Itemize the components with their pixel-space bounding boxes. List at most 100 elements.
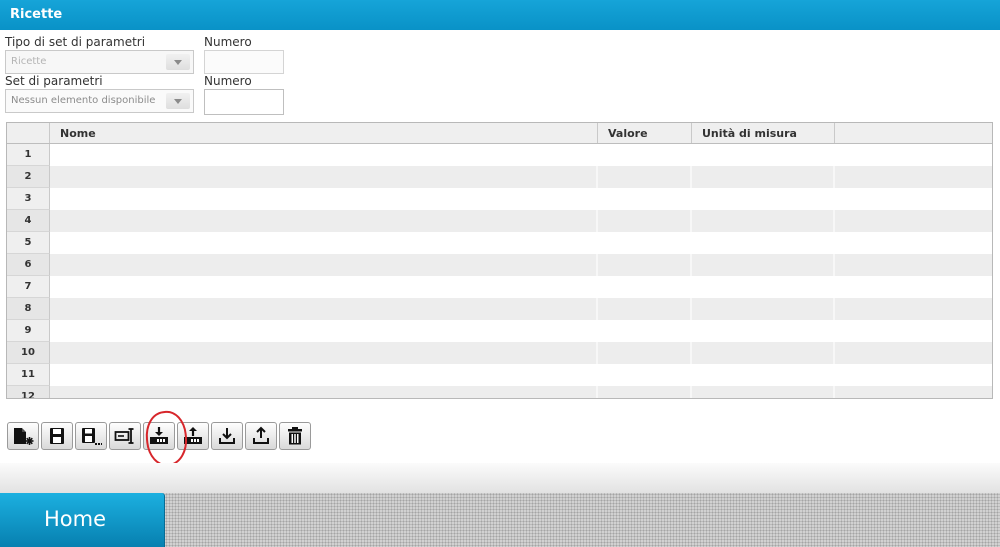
name-cell[interactable] — [49, 276, 599, 298]
extra-cell — [835, 210, 992, 232]
table-row[interactable]: 12 — [7, 386, 992, 398]
chevron-down-icon — [166, 93, 190, 109]
row-number: 12 — [7, 386, 50, 398]
row-number: 3 — [7, 188, 50, 210]
name-cell[interactable] — [49, 144, 599, 166]
unit-cell[interactable] — [692, 276, 836, 298]
unit-cell[interactable] — [692, 188, 836, 210]
name-cell[interactable] — [49, 188, 599, 210]
name-cell[interactable] — [49, 232, 599, 254]
table-row[interactable]: 7 — [7, 276, 992, 298]
column-header-value[interactable]: Valore — [598, 123, 692, 143]
table-row[interactable]: 4 — [7, 210, 992, 232]
extra-cell — [835, 144, 992, 166]
write-to-plc-button[interactable] — [143, 422, 175, 450]
chevron-down-icon — [166, 54, 190, 70]
name-cell[interactable] — [49, 364, 599, 386]
value-cell[interactable] — [598, 254, 693, 276]
recipe-toolbar — [7, 422, 311, 450]
row-number: 4 — [7, 210, 50, 232]
extra-cell — [835, 320, 992, 342]
import-button[interactable] — [211, 422, 243, 450]
table-row[interactable]: 6 — [7, 254, 992, 276]
value-cell[interactable] — [598, 386, 693, 398]
value-cell[interactable] — [598, 166, 693, 188]
table-row[interactable]: 2 — [7, 166, 992, 188]
import-icon — [219, 428, 235, 444]
value-cell[interactable] — [598, 320, 693, 342]
value-cell[interactable] — [598, 144, 693, 166]
value-cell[interactable] — [598, 342, 693, 364]
unit-cell[interactable] — [692, 386, 836, 398]
parameter-set-dropdown[interactable]: Nessun elemento disponibile — [5, 89, 194, 113]
write-to-plc-icon — [150, 427, 168, 444]
extra-cell — [835, 254, 992, 276]
name-cell[interactable] — [49, 320, 599, 342]
unit-cell[interactable] — [692, 232, 836, 254]
name-cell[interactable] — [49, 342, 599, 364]
unit-cell[interactable] — [692, 364, 836, 386]
unit-cell[interactable] — [692, 144, 836, 166]
parameter-set-label: Set di parametri — [5, 74, 103, 88]
delete-icon — [288, 427, 302, 445]
value-cell[interactable] — [598, 276, 693, 298]
column-header-unit[interactable]: Unità di misura — [692, 123, 835, 143]
unit-cell[interactable] — [692, 298, 836, 320]
parameter-set-type-label: Tipo di set di parametri — [5, 35, 146, 49]
row-number: 2 — [7, 166, 50, 188]
separator-strip — [0, 463, 1000, 493]
parameter-set-type-dropdown[interactable]: Ricette — [5, 50, 194, 74]
save-button[interactable] — [41, 422, 73, 450]
rownum-header — [7, 123, 50, 143]
value-cell[interactable] — [598, 188, 693, 210]
set-number-field[interactable] — [204, 89, 284, 115]
name-cell[interactable] — [49, 386, 599, 398]
table-row[interactable]: 11 — [7, 364, 992, 386]
extra-cell — [835, 166, 992, 188]
table-row[interactable]: 10 — [7, 342, 992, 364]
rename-button[interactable] — [109, 422, 141, 450]
delete-button[interactable] — [279, 422, 311, 450]
table-row[interactable]: 9 — [7, 320, 992, 342]
name-cell[interactable] — [49, 210, 599, 232]
new-recipe-button[interactable] — [7, 422, 39, 450]
extra-cell — [835, 232, 992, 254]
row-number: 10 — [7, 342, 50, 364]
name-cell[interactable] — [49, 166, 599, 188]
column-header-extra[interactable] — [835, 123, 992, 143]
extra-cell — [835, 342, 992, 364]
table-body: 1 2 3 4 5 6 7 8 9 10 11 12 — [7, 144, 992, 398]
save-as-button[interactable] — [75, 422, 107, 450]
extra-cell — [835, 298, 992, 320]
row-number: 5 — [7, 232, 50, 254]
row-number: 1 — [7, 144, 50, 166]
recipe-table: Nome Valore Unità di misura 1 2 3 4 5 6 … — [6, 122, 993, 399]
parameter-set-value: Nessun elemento disponibile — [11, 95, 156, 106]
name-cell[interactable] — [49, 298, 599, 320]
value-cell[interactable] — [598, 364, 693, 386]
table-row[interactable]: 1 — [7, 144, 992, 166]
table-row[interactable]: 8 — [7, 298, 992, 320]
column-header-name[interactable]: Nome — [50, 123, 598, 143]
value-cell[interactable] — [598, 232, 693, 254]
home-button[interactable]: Home — [0, 493, 165, 547]
row-number: 7 — [7, 276, 50, 298]
parameter-set-type-value: Ricette — [11, 56, 47, 67]
value-cell[interactable] — [598, 298, 693, 320]
value-cell[interactable] — [598, 210, 693, 232]
name-cell[interactable] — [49, 254, 599, 276]
unit-cell[interactable] — [692, 342, 836, 364]
extra-cell — [835, 364, 992, 386]
table-row[interactable]: 3 — [7, 188, 992, 210]
unit-cell[interactable] — [692, 210, 836, 232]
row-number: 9 — [7, 320, 50, 342]
export-button[interactable] — [245, 422, 277, 450]
window-title: Ricette — [0, 0, 1000, 30]
table-row[interactable]: 5 — [7, 232, 992, 254]
type-number-field[interactable] — [204, 50, 284, 74]
unit-cell[interactable] — [692, 166, 836, 188]
unit-cell[interactable] — [692, 320, 836, 342]
read-from-plc-button[interactable] — [177, 422, 209, 450]
row-number: 6 — [7, 254, 50, 276]
unit-cell[interactable] — [692, 254, 836, 276]
